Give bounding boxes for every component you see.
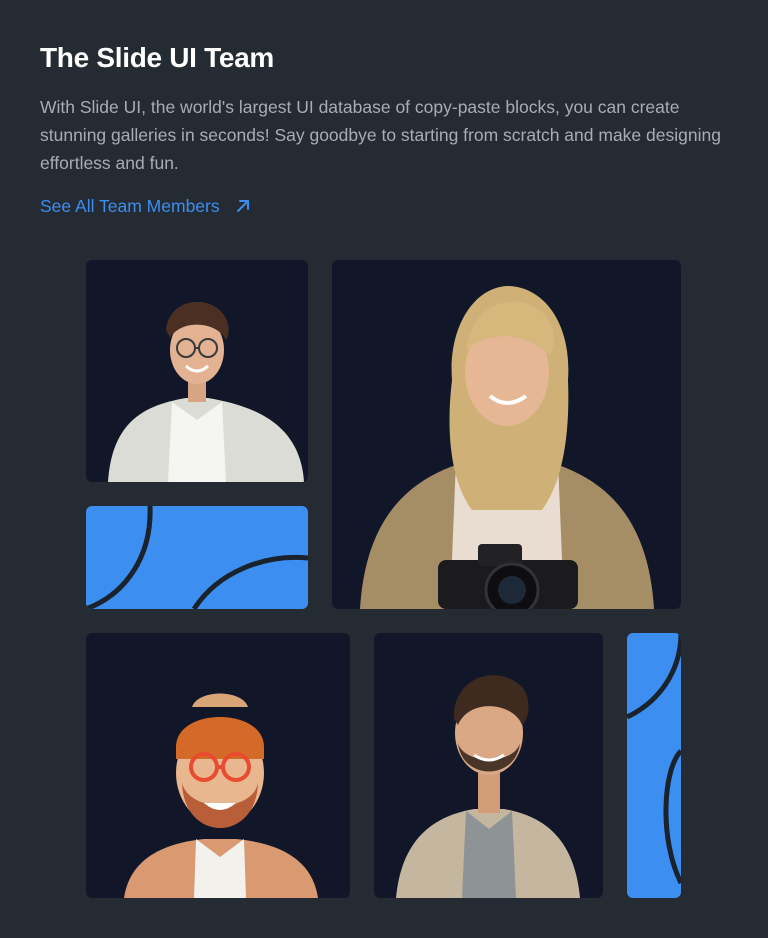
arrow-up-right-icon [236, 200, 249, 212]
see-all-team-members-label: See All Team Members [40, 196, 220, 216]
decorative-arcs-1 [86, 506, 308, 609]
see-all-team-members-link[interactable]: See All Team Members [40, 194, 252, 218]
section-description: With Slide UI, the world's largest UI da… [40, 97, 721, 173]
team-member-portrait-3 [124, 693, 318, 898]
decorative-accent-tile-2 [627, 633, 681, 898]
decorative-arcs-2 [627, 633, 681, 885]
team-member-portrait-4 [396, 675, 580, 898]
team-member-photo-4 [374, 633, 603, 898]
team-member-photo-1 [86, 260, 308, 482]
team-member-photo-2 [332, 260, 681, 609]
team-member-portrait-2 [360, 286, 654, 609]
decorative-accent-tile-1 [86, 506, 308, 609]
section-title: The Slide UI Team [40, 42, 274, 73]
team-member-portrait-1 [108, 301, 304, 482]
team-member-photo-3 [86, 633, 350, 898]
